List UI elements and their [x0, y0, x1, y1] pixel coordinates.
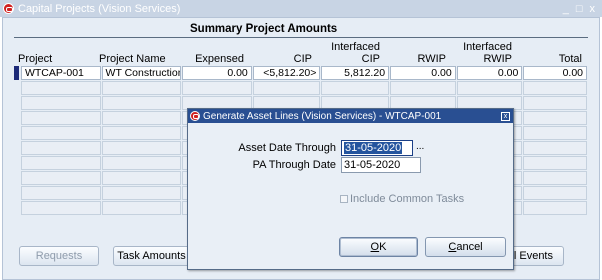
window-titlebar: Capital Projects (Vision Services) _ □ x: [0, 0, 602, 17]
asset-date-through-label: Asset Date Through: [238, 142, 336, 154]
column-header-total: Total: [558, 53, 582, 65]
column-header-project-name: Project Name: [99, 53, 166, 65]
cell-interfaced-cip[interactable]: 5,812.20: [321, 66, 390, 80]
task-amounts-button[interactable]: Task Amounts: [113, 246, 190, 266]
cancel-button[interactable]: Cancel: [425, 237, 506, 257]
lov-icon[interactable]: ...: [416, 141, 424, 152]
column-header-cip: CIP: [293, 53, 312, 65]
column-header-rwip: RWIP: [417, 53, 446, 65]
column-header-project: Project: [18, 53, 53, 65]
column-header-interfaced-rwip-line1: Interfaced: [463, 41, 512, 53]
asset-date-through-field[interactable]: 31-05-2020: [341, 140, 413, 156]
table-row[interactable]: [14, 81, 588, 95]
cell-project[interactable]: WTCAP-001: [20, 66, 101, 80]
dialog-titlebar: Generate Asset Lines (Vision Services) -…: [188, 109, 513, 123]
maximize-icon[interactable]: □: [576, 3, 583, 15]
table-row[interactable]: WTCAP-001 WT Construction P 0.00 <5,812.…: [14, 66, 588, 80]
ok-label-rest: K: [379, 241, 387, 253]
cell-project-name[interactable]: WT Construction P: [101, 66, 182, 80]
column-header-interfaced-rwip: RWIP: [483, 53, 512, 65]
cell-expensed[interactable]: 0.00: [182, 66, 252, 80]
cancel-label-rest: ancel: [456, 241, 483, 253]
pa-through-date-field[interactable]: 31-05-2020: [341, 157, 421, 173]
dialog-title: Generate Asset Lines (Vision Services) -…: [203, 110, 442, 122]
column-header-interfaced-cip-line1: Interfaced: [331, 41, 380, 53]
row-selector[interactable]: [14, 66, 19, 80]
include-common-tasks-checkbox[interactable]: Include Common Tasks: [340, 193, 464, 205]
cell-cip[interactable]: <5,812.20>: [252, 66, 321, 80]
cell-interfaced-rwip[interactable]: 0.00: [456, 66, 523, 80]
checkbox-icon: [340, 195, 348, 203]
cancel-mnemonic: C: [448, 241, 457, 253]
cell-total[interactable]: 0.00: [523, 66, 588, 80]
asset-date-through-value: 31-05-2020: [344, 142, 403, 154]
pa-through-date-label: PA Through Date: [252, 159, 336, 171]
ok-mnemonic: O: [370, 241, 380, 253]
oracle-app-icon: [3, 3, 14, 14]
summary-divider: [14, 37, 588, 38]
ok-button[interactable]: OK: [339, 237, 418, 257]
oracle-app-icon: [190, 111, 200, 121]
column-header-expensed: Expensed: [195, 53, 244, 65]
minimize-icon[interactable]: _: [563, 3, 569, 15]
window-controls: _ □ x: [563, 3, 602, 15]
cell-rwip[interactable]: 0.00: [390, 66, 456, 80]
close-icon[interactable]: x: [590, 3, 596, 15]
summary-title: Summary Project Amounts: [190, 23, 338, 35]
generate-asset-lines-dialog: Generate Asset Lines (Vision Services) -…: [187, 108, 514, 270]
dialog-close-icon[interactable]: x: [501, 111, 510, 121]
requests-button[interactable]: Requests: [19, 246, 99, 266]
include-common-tasks-label: Include Common Tasks: [350, 193, 465, 205]
window-title: Capital Projects (Vision Services): [18, 2, 181, 15]
column-header-interfaced-cip: CIP: [361, 53, 380, 65]
